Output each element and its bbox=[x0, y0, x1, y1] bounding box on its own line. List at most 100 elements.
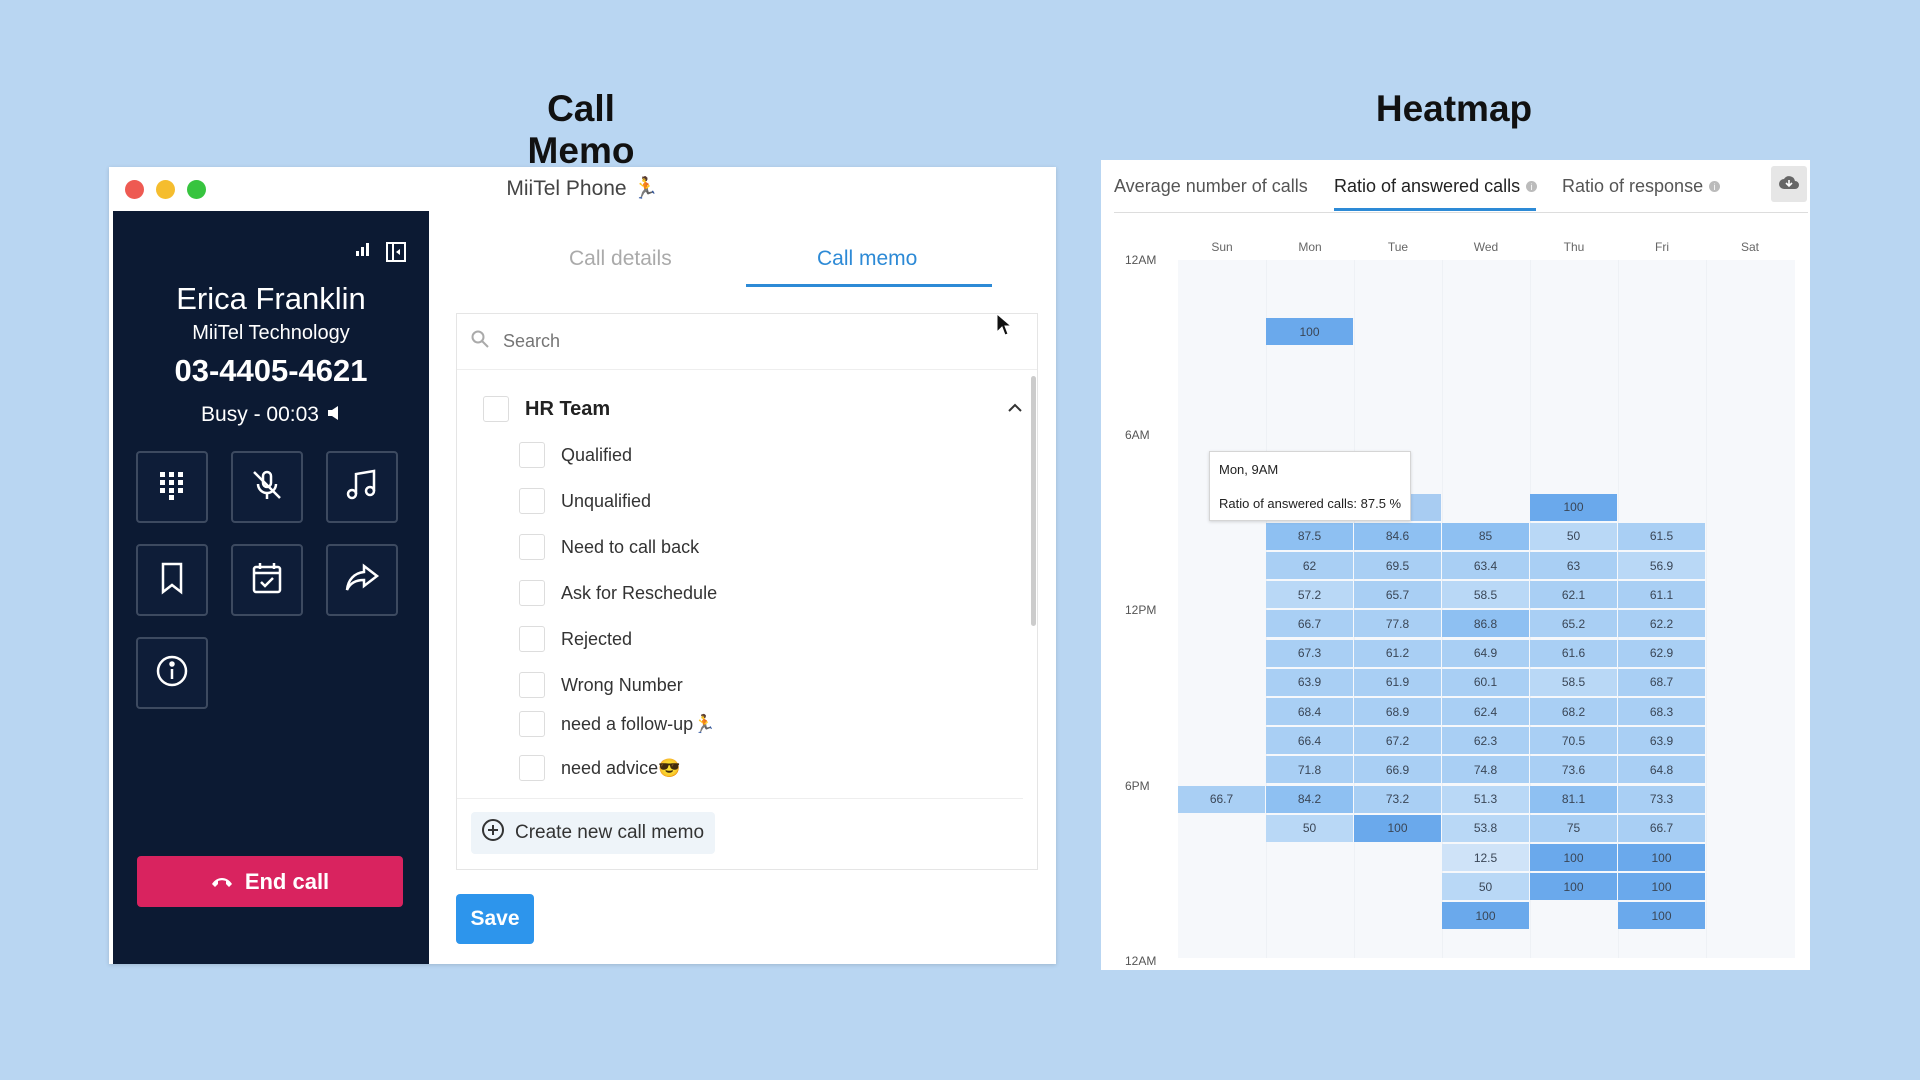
save-button[interactable]: Save bbox=[456, 894, 534, 944]
download-button[interactable] bbox=[1771, 166, 1807, 202]
memo-checkbox[interactable] bbox=[519, 580, 545, 606]
heatmap-cell[interactable]: 62.4 bbox=[1442, 698, 1529, 725]
heatmap-cell[interactable]: 62.3 bbox=[1442, 727, 1529, 755]
bookmark-button[interactable] bbox=[136, 544, 208, 616]
memo-item[interactable]: Need to call back bbox=[519, 532, 699, 562]
memo-item[interactable]: Unqualified bbox=[519, 486, 651, 516]
group-checkbox[interactable] bbox=[483, 396, 509, 422]
heatmap-cell[interactable]: 61.1 bbox=[1618, 581, 1705, 609]
heatmap-cell[interactable]: 73.6 bbox=[1530, 756, 1617, 784]
heatmap-cell[interactable]: 61.6 bbox=[1530, 639, 1617, 667]
heatmap-cell[interactable]: 100 bbox=[1618, 902, 1705, 930]
heatmap-cell[interactable]: 73.3 bbox=[1618, 785, 1705, 813]
heatmap-cell[interactable]: 58.5 bbox=[1442, 581, 1529, 609]
heatmap-cell[interactable]: 68.9 bbox=[1354, 698, 1441, 725]
heatmap-cell[interactable]: 68.3 bbox=[1618, 698, 1705, 725]
heatmap-cell[interactable]: 61.9 bbox=[1354, 668, 1441, 696]
heatmap-cell[interactable]: 58.5 bbox=[1530, 668, 1617, 696]
heatmap-cell[interactable]: 81.1 bbox=[1530, 785, 1617, 813]
heatmap-cell[interactable]: 71.8 bbox=[1266, 756, 1353, 784]
tab-answered-ratio[interactable]: Ratio of answered calls i bbox=[1334, 176, 1538, 197]
create-memo-button[interactable]: Create new call memo bbox=[471, 812, 715, 854]
dialpad-button[interactable] bbox=[136, 451, 208, 523]
heatmap-cell[interactable]: 75 bbox=[1530, 814, 1617, 842]
heatmap-cell[interactable]: 100 bbox=[1354, 814, 1441, 842]
heatmap-cell[interactable]: 50 bbox=[1442, 873, 1529, 901]
heatmap-cell[interactable]: 67.3 bbox=[1266, 639, 1353, 667]
memo-checkbox[interactable] bbox=[519, 534, 545, 560]
heatmap-cell[interactable]: 86.8 bbox=[1442, 610, 1529, 638]
heatmap-cell[interactable]: 69.5 bbox=[1354, 552, 1441, 579]
heatmap-cell[interactable]: 100 bbox=[1618, 873, 1705, 901]
heatmap-cell[interactable]: 64.9 bbox=[1442, 639, 1529, 667]
heatmap-cell[interactable]: 53.8 bbox=[1442, 814, 1529, 842]
heatmap-cell[interactable]: 66.9 bbox=[1354, 756, 1441, 784]
heatmap-cell[interactable]: 70.5 bbox=[1530, 727, 1617, 755]
memo-checkbox[interactable] bbox=[519, 755, 545, 781]
search-input[interactable] bbox=[501, 330, 1005, 353]
memo-checkbox[interactable] bbox=[519, 488, 545, 514]
heatmap-cell[interactable]: 61.2 bbox=[1354, 639, 1441, 667]
heatmap-cell[interactable]: 100 bbox=[1618, 844, 1705, 871]
memo-item[interactable]: Rejected bbox=[519, 624, 632, 654]
heatmap-cell[interactable]: 68.4 bbox=[1266, 698, 1353, 725]
heatmap-cell[interactable]: 68.7 bbox=[1618, 668, 1705, 696]
chevron-up-icon[interactable] bbox=[1007, 400, 1023, 418]
memo-item[interactable]: need a follow-up🏃 bbox=[519, 709, 716, 739]
end-call-button[interactable]: End call bbox=[137, 856, 403, 907]
heatmap-cell[interactable]: 60.1 bbox=[1442, 668, 1529, 696]
heatmap-cell[interactable]: 63.9 bbox=[1266, 668, 1353, 696]
heatmap-cell[interactable]: 62.2 bbox=[1618, 610, 1705, 638]
heatmap-cell[interactable]: 65.7 bbox=[1354, 581, 1441, 609]
tab-call-details[interactable]: Call details bbox=[569, 247, 672, 271]
heatmap-cell[interactable]: 64.8 bbox=[1618, 756, 1705, 784]
heatmap-cell[interactable]: 68.2 bbox=[1530, 698, 1617, 725]
heatmap-cell[interactable]: 63.9 bbox=[1618, 727, 1705, 755]
heatmap-cell[interactable]: 66.7 bbox=[1266, 610, 1353, 638]
memo-checkbox[interactable] bbox=[519, 672, 545, 698]
heatmap-cell[interactable]: 66.4 bbox=[1266, 727, 1353, 755]
memo-checkbox[interactable] bbox=[519, 711, 545, 737]
heatmap-cell[interactable]: 77.8 bbox=[1354, 610, 1441, 638]
heatmap-cell[interactable]: 100 bbox=[1266, 318, 1353, 346]
memo-checkbox[interactable] bbox=[519, 626, 545, 652]
memo-group-header[interactable]: HR Team bbox=[483, 394, 1023, 424]
heatmap-cell[interactable]: 50 bbox=[1530, 522, 1617, 550]
memo-item[interactable]: Ask for Reschedule bbox=[519, 578, 717, 608]
heatmap-cell[interactable]: 65.2 bbox=[1530, 610, 1617, 638]
memo-item[interactable]: Wrong Number bbox=[519, 670, 683, 700]
heatmap-cell[interactable]: 61.5 bbox=[1618, 522, 1705, 550]
heatmap-cell[interactable]: 50 bbox=[1266, 814, 1353, 842]
heatmap-cell[interactable]: 100 bbox=[1530, 873, 1617, 901]
heatmap-cell[interactable]: 66.7 bbox=[1618, 814, 1705, 842]
heatmap-cell[interactable]: 67.2 bbox=[1354, 727, 1441, 755]
heatmap-cell[interactable]: 84.2 bbox=[1266, 785, 1353, 813]
heatmap-cell[interactable]: 56.9 bbox=[1618, 552, 1705, 579]
heatmap-cell[interactable]: 66.7 bbox=[1178, 785, 1265, 813]
memo-item[interactable]: need advice😎 bbox=[519, 753, 681, 783]
heatmap-cell[interactable]: 100 bbox=[1530, 493, 1617, 521]
heatmap-cell[interactable]: 100 bbox=[1530, 844, 1617, 871]
heatmap-cell[interactable]: 73.2 bbox=[1354, 785, 1441, 813]
memo-checkbox[interactable] bbox=[519, 442, 545, 468]
heatmap-cell[interactable]: 12.5 bbox=[1442, 844, 1529, 871]
memo-scrollbar[interactable] bbox=[1031, 376, 1036, 626]
memo-item[interactable]: Qualified bbox=[519, 440, 632, 470]
heatmap-cell[interactable]: 63.4 bbox=[1442, 552, 1529, 579]
heatmap-cell[interactable]: 84.6 bbox=[1354, 522, 1441, 550]
heatmap-cell[interactable]: 74.8 bbox=[1442, 756, 1529, 784]
info-button[interactable] bbox=[136, 637, 208, 709]
tab-response-ratio[interactable]: Ratio of response i bbox=[1562, 176, 1721, 197]
tab-call-memo[interactable]: Call memo bbox=[817, 247, 917, 271]
schedule-button[interactable] bbox=[231, 544, 303, 616]
heatmap-cell[interactable]: 57.2 bbox=[1266, 581, 1353, 609]
heatmap-cell[interactable]: 62 bbox=[1266, 552, 1353, 579]
mute-button[interactable] bbox=[231, 451, 303, 523]
heatmap-cell[interactable]: 87.5 bbox=[1266, 522, 1353, 550]
heatmap-cell[interactable]: 85 bbox=[1442, 522, 1529, 550]
heatmap-cell[interactable]: 51.3 bbox=[1442, 785, 1529, 813]
tab-average-calls[interactable]: Average number of calls bbox=[1114, 176, 1308, 197]
heatmap-cell[interactable]: 100 bbox=[1442, 902, 1529, 930]
hold-music-button[interactable] bbox=[326, 451, 398, 523]
heatmap-cell[interactable]: 63 bbox=[1530, 552, 1617, 579]
